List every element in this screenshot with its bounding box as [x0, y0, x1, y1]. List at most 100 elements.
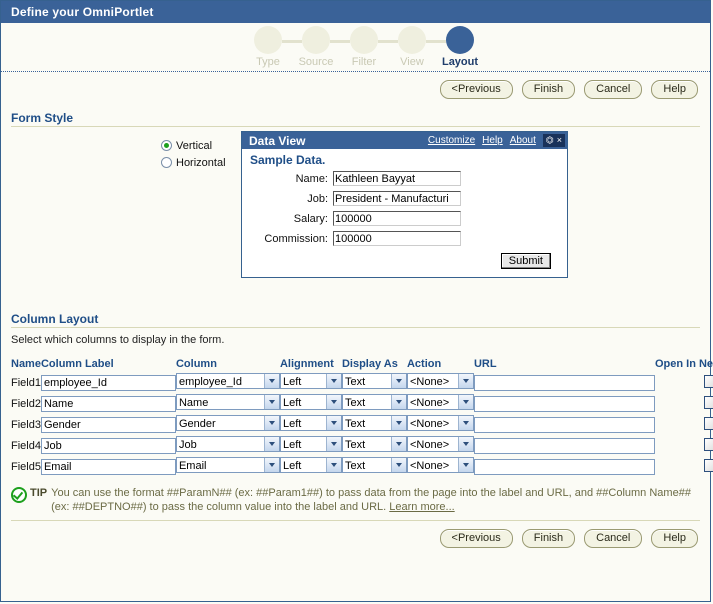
action-select[interactable]: <None> — [406, 373, 474, 389]
customize-link[interactable]: Customize — [428, 135, 475, 146]
chevron-down-icon — [390, 437, 406, 451]
cell-column-label — [40, 457, 176, 478]
field-label-job: Job: — [307, 192, 328, 205]
cell-action: <None> — [406, 457, 474, 478]
alignment-select[interactable]: Left — [279, 373, 342, 389]
open-new-window-checkbox[interactable] — [704, 374, 713, 388]
cell-column-label — [40, 373, 176, 394]
radio-icon-selected[interactable] — [161, 140, 172, 151]
about-link[interactable]: About — [510, 135, 536, 146]
chevron-down-icon — [457, 437, 473, 451]
display-as-select[interactable]: Text — [341, 394, 407, 410]
action-select[interactable]: <None> — [406, 457, 474, 473]
portlet-field-row: Salary: — [248, 211, 561, 226]
radio-option-vertical[interactable]: Vertical — [161, 137, 226, 154]
display-as-select[interactable]: Text — [341, 415, 407, 431]
cell-url — [473, 436, 655, 457]
submit-button[interactable]: Submit — [500, 253, 551, 269]
portlet-field-row: Job: — [248, 191, 561, 206]
close-icon[interactable]: × — [557, 136, 562, 145]
open-new-window-checkbox[interactable] — [704, 395, 713, 409]
open-new-window-checkbox[interactable] — [704, 458, 713, 472]
header-name: Name — [11, 358, 41, 370]
wizard-step-view[interactable]: View — [388, 26, 446, 68]
tip-text: You can use the format ##ParamN## (ex: #… — [51, 486, 700, 514]
column-select[interactable]: Name — [175, 394, 280, 410]
display-as-select[interactable]: Text — [341, 436, 407, 452]
help-button[interactable]: Help — [651, 80, 698, 99]
section-divider — [11, 327, 700, 328]
tip-banner: TIP You can use the format ##ParamN## (e… — [11, 486, 700, 514]
cell-display-as: Text — [341, 436, 407, 457]
job-field[interactable] — [333, 191, 461, 206]
column-layout-title: Column Layout — [11, 312, 99, 326]
finish-button-bottom[interactable]: Finish — [521, 529, 576, 548]
url-input[interactable] — [473, 458, 655, 475]
chevron-down-icon — [325, 458, 341, 472]
cancel-button[interactable]: Cancel — [584, 80, 643, 99]
portlet-field-row: Commission: — [248, 231, 561, 246]
column-label-input[interactable] — [40, 374, 176, 391]
column-label-input[interactable] — [40, 458, 176, 475]
radio-icon[interactable] — [161, 157, 172, 168]
sample-data-label: Sample Data. — [250, 153, 326, 167]
column-select[interactable]: employee_Id — [175, 373, 280, 389]
cancel-button-bottom[interactable]: Cancel — [584, 529, 643, 548]
cell-alignment: Left — [279, 394, 342, 415]
column-label-input[interactable] — [40, 416, 176, 433]
salary-field[interactable] — [333, 211, 461, 226]
alignment-select[interactable]: Left — [279, 436, 342, 452]
form-style-radio-group: Vertical Horizontal — [161, 137, 226, 171]
column-label-input[interactable] — [40, 437, 176, 454]
top-button-row: <Previous Finish Cancel Help — [1, 72, 710, 105]
action-select[interactable]: <None> — [406, 415, 474, 431]
open-new-window-checkbox[interactable] — [704, 437, 713, 451]
display-as-select[interactable]: Text — [341, 373, 407, 389]
tip-label: TIP — [30, 487, 48, 499]
cell-url — [473, 394, 655, 415]
wizard-step-source[interactable]: Source — [292, 26, 350, 68]
table-row: Field3 Gender Left Text <None> — [11, 415, 713, 436]
alignment-select[interactable]: Left — [279, 394, 342, 410]
chevron-down-icon — [457, 374, 473, 388]
display-as-select[interactable]: Text — [341, 457, 407, 473]
cell-url — [473, 457, 655, 478]
previous-button-bottom[interactable]: <Previous — [439, 529, 513, 548]
cell-open-new-window — [655, 394, 713, 415]
commission-field[interactable] — [333, 231, 461, 246]
help-button-bottom[interactable]: Help — [651, 529, 698, 548]
chevron-down-icon — [390, 458, 406, 472]
column-select[interactable]: Job — [175, 436, 280, 452]
chevron-down-icon — [457, 458, 473, 472]
alignment-select[interactable]: Left — [279, 415, 342, 431]
wizard-step-type[interactable]: Type — [244, 26, 302, 68]
help-link[interactable]: Help — [482, 135, 503, 146]
wizard-step-filter[interactable]: Filter — [340, 26, 398, 68]
submit-row: Submit — [248, 251, 561, 269]
url-input[interactable] — [473, 416, 655, 433]
cell-open-new-window — [655, 373, 713, 394]
column-label-input[interactable] — [40, 395, 176, 412]
url-input[interactable] — [473, 437, 655, 454]
field-label-salary: Salary: — [293, 212, 328, 225]
alignment-select[interactable]: Left — [279, 457, 342, 473]
column-select[interactable]: Email — [175, 457, 280, 473]
open-new-window-checkbox[interactable] — [704, 416, 713, 430]
radio-label: Vertical — [176, 139, 213, 152]
learn-more-link[interactable]: Learn more... — [389, 501, 454, 513]
url-input[interactable] — [473, 395, 655, 412]
step-dot-icon — [350, 26, 378, 54]
column-select[interactable]: Gender — [175, 415, 280, 431]
previous-button[interactable]: <Previous — [439, 80, 513, 99]
finish-button[interactable]: Finish — [521, 80, 576, 99]
wizard-step-label: Layout — [441, 56, 479, 68]
cell-column: employee_Id — [175, 373, 280, 394]
action-select[interactable]: <None> — [406, 436, 474, 452]
wizard-steps: Type Source Filter View Layout — [244, 26, 484, 68]
radio-option-horizontal[interactable]: Horizontal — [161, 154, 226, 171]
wizard-step-layout[interactable]: Layout — [436, 26, 484, 68]
url-input[interactable] — [473, 374, 655, 391]
minimize-icon[interactable]: ⏣ — [546, 136, 554, 145]
action-select[interactable]: <None> — [406, 394, 474, 410]
name-field[interactable] — [333, 171, 461, 186]
